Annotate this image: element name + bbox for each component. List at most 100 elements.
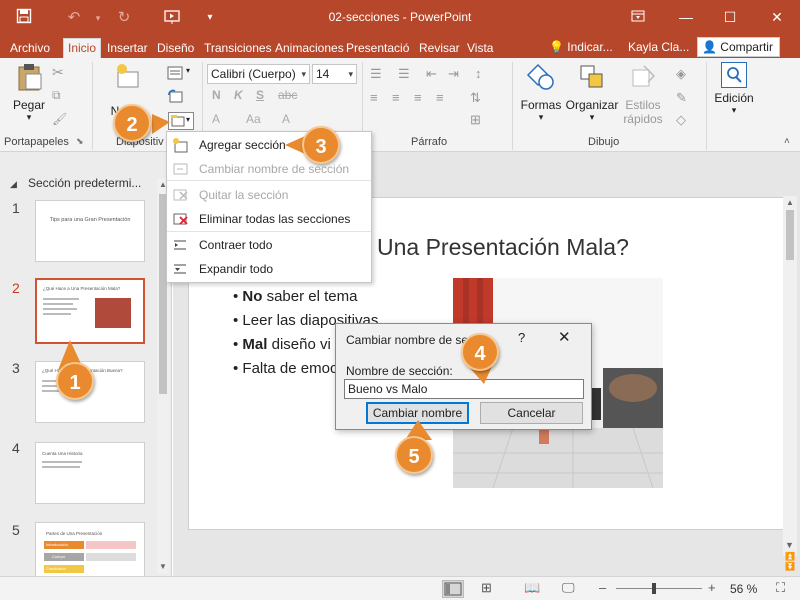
zoom-out-icon[interactable]: –	[599, 580, 606, 595]
align-left-icon[interactable]: ≡	[370, 90, 386, 106]
align-center-icon[interactable]: ≡	[392, 90, 408, 106]
tab-revisar[interactable]: Revisar	[415, 39, 464, 58]
zoom-in-icon[interactable]: +	[708, 580, 716, 595]
slide-scrollbar[interactable]: ▲	[783, 196, 797, 556]
decrease-indent-icon[interactable]: ⇤	[426, 66, 442, 82]
slide-sorter-icon[interactable]: ⊞	[481, 580, 492, 596]
scrollbar-thumb[interactable]	[786, 210, 794, 260]
bullets-icon[interactable]: ☰	[370, 66, 386, 82]
help-button[interactable]: ?	[518, 330, 525, 345]
rename-button[interactable]: Cambiar nombre	[366, 402, 469, 424]
editing-button[interactable]: Edición ▾	[711, 62, 757, 116]
tab-vista[interactable]: Vista	[463, 39, 497, 58]
bullet-item[interactable]: • No saber el tema	[233, 288, 357, 305]
user-name[interactable]: Kayla Cla...	[628, 40, 689, 54]
slide-thumbnail-5[interactable]: Partes de Una Presentación Introducción …	[35, 522, 145, 584]
group-label-clipboard: Portapapeles	[4, 136, 69, 148]
dialog-close-button[interactable]: ✕	[558, 328, 571, 346]
bullet-item[interactable]: • Mal diseño vi	[233, 336, 331, 353]
ribbon-display-options-icon[interactable]	[626, 6, 650, 28]
tab-animaciones[interactable]: Animaciones	[271, 39, 348, 58]
menu-label: Agregar sección	[199, 138, 286, 152]
share-button[interactable]: 👤 Compartir	[697, 37, 780, 57]
menu-item-collapse-all[interactable]: Contraer todo	[167, 234, 371, 256]
collapse-ribbon-icon[interactable]: ˄	[784, 136, 800, 152]
fit-to-window-icon[interactable]: ⛶	[776, 580, 785, 596]
reset-icon[interactable]	[167, 89, 183, 105]
rename-section-dialog: Cambiar nombre de se ? ✕ Nombre de secci…	[335, 323, 592, 430]
section-button[interactable]: ▾	[168, 112, 194, 130]
quick-styles-label-2: rápidos	[623, 112, 663, 126]
font-name-select[interactable]: Calibri (Cuerpo) ▾	[207, 64, 310, 84]
text-direction-icon[interactable]: ⇅	[470, 90, 486, 106]
strikethrough-button[interactable]: abc	[278, 88, 297, 102]
zoom-slider-handle[interactable]	[652, 583, 656, 594]
next-slide-icon[interactable]: ⏬	[785, 562, 795, 571]
copy-icon[interactable]: ⧉	[52, 88, 68, 104]
maximize-icon[interactable]: ☐	[718, 6, 742, 28]
cancel-button[interactable]: Cancelar	[480, 402, 583, 424]
zoom-slider[interactable]	[616, 588, 702, 589]
underline-button[interactable]: S	[256, 88, 264, 102]
italic-button[interactable]: K	[234, 88, 243, 102]
section-collapse-icon[interactable]: ◢	[10, 179, 26, 195]
slide-number: 4	[12, 440, 20, 456]
section-name-input[interactable]	[344, 379, 584, 399]
clipboard-launcher-icon[interactable]: ⬊	[76, 136, 92, 152]
cut-icon[interactable]: ✂	[52, 64, 68, 80]
clear-formatting-icon[interactable]: A	[282, 112, 290, 126]
bullet-item[interactable]: • Falta de emoc	[233, 360, 337, 377]
shape-fill-icon[interactable]: ◈	[676, 66, 692, 82]
bold-button[interactable]: N	[212, 88, 221, 102]
slide-thumbnail-2[interactable]: ¿Qué Hace a Una Presentación Mala?	[35, 278, 145, 344]
increase-indent-icon[interactable]: ⇥	[448, 66, 464, 82]
menu-item-delete-all-sections[interactable]: Eliminar todas las secciones	[167, 208, 371, 230]
slide-thumbnail-4[interactable]: Cuenta Una Historia	[35, 442, 145, 504]
layout-icon[interactable]	[167, 66, 183, 82]
numbering-icon[interactable]: ☰	[398, 66, 414, 82]
menu-item-add-section[interactable]: Agregar sección	[167, 134, 371, 156]
tab-diseno[interactable]: Diseño	[153, 39, 198, 58]
previous-slide-icon[interactable]: ⏫	[785, 552, 795, 561]
reading-view-icon[interactable]: 📖	[524, 580, 540, 596]
minimize-icon[interactable]: —	[674, 6, 698, 28]
slide-number: 5	[12, 522, 20, 538]
tab-archivo[interactable]: Archivo	[6, 39, 54, 58]
menu-separator	[167, 231, 371, 232]
align-right-icon[interactable]: ≡	[414, 90, 430, 106]
line-spacing-icon[interactable]: ↕	[475, 66, 491, 82]
shapes-button[interactable]: Formas ▾	[518, 62, 564, 123]
shape-outline-icon[interactable]: ✎	[676, 90, 692, 106]
tell-me-box[interactable]: 💡 Indicar...	[549, 40, 613, 54]
layout-dropdown-icon[interactable]: ▾	[186, 66, 202, 82]
tab-inicio[interactable]: Inicio	[63, 38, 102, 58]
tab-transiciones[interactable]: Transiciones	[200, 39, 276, 58]
arrange-button[interactable]: Organizar ▾	[564, 62, 620, 123]
section-name[interactable]: Sección predetermi...	[28, 176, 141, 190]
shape-effects-icon[interactable]: ◇	[676, 112, 692, 128]
zoom-level[interactable]: 56 %	[730, 582, 757, 596]
text-highlight-icon[interactable]: Aa	[246, 112, 261, 126]
menu-item-expand-all[interactable]: Expandir todo	[167, 258, 371, 280]
smartart-icon[interactable]: ⊞	[470, 112, 486, 128]
quick-styles-button[interactable]: Estilos rápidos	[620, 62, 666, 126]
justify-icon[interactable]: ≡	[436, 90, 452, 106]
scroll-down-icon[interactable]: ▼	[785, 540, 794, 550]
normal-view-icon[interactable]	[442, 580, 464, 598]
slideshow-view-icon[interactable]: 🖵	[562, 580, 575, 596]
menu-item-remove-section[interactable]: Quitar la sección	[167, 184, 371, 206]
font-size-select[interactable]: 14 ▾	[312, 64, 357, 84]
tab-presentacion[interactable]: Presentació	[342, 39, 413, 58]
slide-thumbnail-1[interactable]: Tips para una Gran Presentación	[35, 200, 145, 262]
tab-insertar[interactable]: Insertar	[103, 39, 152, 58]
scroll-down-icon[interactable]: ▼	[159, 562, 167, 571]
menu-item-rename-section[interactable]: Cambiar nombre de sección	[167, 158, 371, 180]
format-painter-icon[interactable]: 🖌	[52, 112, 68, 128]
font-color-icon[interactable]: A	[212, 112, 220, 126]
paste-button[interactable]: Pegar ▾	[8, 62, 50, 123]
bullet-text: saber el tema	[262, 288, 358, 305]
slide-title[interactable]: Una Presentación Mala?	[377, 234, 629, 261]
slide-thumbnail-panel: ◢ Sección predetermi... 1 Tips para una …	[0, 152, 172, 584]
scroll-up-icon[interactable]: ▲	[786, 198, 794, 207]
close-icon[interactable]: ✕	[765, 6, 789, 28]
